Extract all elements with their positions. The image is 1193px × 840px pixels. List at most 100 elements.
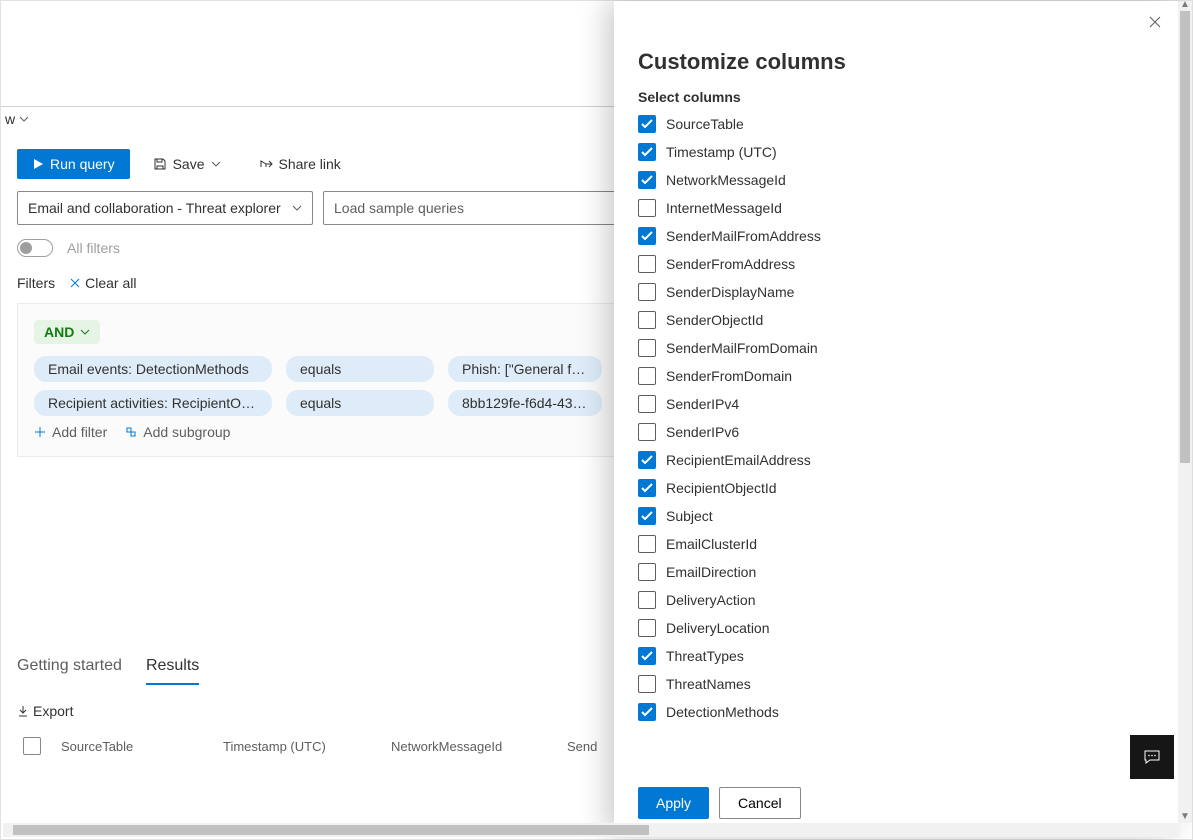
clear-all-label: Clear all [85,275,136,291]
checkbox[interactable] [638,563,656,581]
column-option-label: DetectionMethods [666,704,779,720]
checkbox[interactable] [638,703,656,721]
cancel-button[interactable]: Cancel [719,787,801,819]
select-all-checkbox[interactable] [23,737,41,755]
column-option[interactable]: SenderMailFromAddress [638,227,1154,245]
column-option-label: DeliveryLocation [666,620,770,636]
tab-results[interactable]: Results [146,657,199,685]
column-option[interactable]: NetworkMessageId [638,171,1154,189]
column-option[interactable]: ThreatTypes [638,647,1154,665]
column-option[interactable]: InternetMessageId [638,199,1154,217]
filter-value-pill[interactable]: Phish: ["General filter" [448,356,602,382]
and-label: AND [44,324,74,340]
column-option[interactable]: SourceTable [638,115,1154,133]
checkbox[interactable] [638,255,656,273]
apply-button[interactable]: Apply [638,787,709,819]
vertical-scrollbar[interactable]: ▲ ▼ [1178,1,1192,823]
column-option-label: RecipientEmailAddress [666,452,811,468]
subgroup-icon [125,426,137,438]
column-option[interactable]: SenderFromDomain [638,367,1154,385]
checkbox[interactable] [638,199,656,217]
checkbox[interactable] [638,675,656,693]
checkbox[interactable] [638,227,656,245]
sample-queries-placeholder: Load sample queries [334,200,464,216]
checkbox[interactable] [638,535,656,553]
scrollbar-thumb[interactable] [13,825,649,835]
horizontal-scrollbar[interactable] [3,823,1180,837]
column-option[interactable]: ThreatNames [638,675,1154,693]
column-option-label: Timestamp (UTC) [666,144,777,160]
filter-field-pill[interactable]: Email events: DetectionMethods [34,356,272,382]
column-option-label: SenderFromAddress [666,256,795,272]
checkbox[interactable] [638,423,656,441]
category-select[interactable]: Email and collaboration - Threat explore… [17,191,313,225]
checkbox[interactable] [638,143,656,161]
share-link-label: Share link [279,156,341,172]
column-option[interactable]: DetectionMethods [638,703,1154,721]
checkbox[interactable] [638,507,656,525]
column-header[interactable]: SourceTable [61,739,203,754]
column-option[interactable]: SenderIPv6 [638,423,1154,441]
checkbox[interactable] [638,171,656,189]
clear-all-link[interactable]: Clear all [69,275,136,291]
checkbox[interactable] [638,619,656,637]
filter-op-pill[interactable]: equals [286,390,434,416]
column-option-label: EmailClusterId [666,536,757,552]
filters-label: Filters [17,275,55,291]
checkbox[interactable] [638,451,656,469]
scrollbar-thumb[interactable] [1180,11,1190,463]
checkbox[interactable] [638,311,656,329]
column-option[interactable]: SenderFromAddress [638,255,1154,273]
panel-title: Customize columns [638,49,1154,75]
column-option[interactable]: Subject [638,507,1154,525]
column-header[interactable]: Timestamp (UTC) [223,739,371,754]
column-option[interactable]: SenderIPv4 [638,395,1154,413]
download-icon [17,705,29,717]
filter-op-pill[interactable]: equals [286,356,434,382]
column-option[interactable]: EmailDirection [638,563,1154,581]
export-button[interactable]: Export [17,703,73,719]
share-link-button[interactable]: Share link [244,149,356,179]
checkbox[interactable] [638,339,656,357]
checkbox[interactable] [638,479,656,497]
checkbox[interactable] [638,647,656,665]
checkbox[interactable] [638,367,656,385]
column-option[interactable]: SenderObjectId [638,311,1154,329]
column-option-label: SourceTable [666,116,744,132]
view-dropdown[interactable]: w [5,111,29,127]
chevron-down-icon [80,329,90,335]
column-option[interactable]: DeliveryAction [638,591,1154,609]
save-icon [153,157,167,171]
column-header[interactable]: Send [567,739,617,754]
column-option[interactable]: SenderMailFromDomain [638,339,1154,357]
filter-field-pill[interactable]: Recipient activities: RecipientObj... [34,390,272,416]
checkbox[interactable] [638,591,656,609]
checkbox[interactable] [638,115,656,133]
column-option-label: SenderIPv4 [666,396,739,412]
checkbox[interactable] [638,283,656,301]
close-button[interactable] [1148,15,1162,32]
column-option[interactable]: Timestamp (UTC) [638,143,1154,161]
scroll-down-arrow[interactable]: ▼ [1178,811,1192,825]
share-icon [259,157,273,171]
filter-value-pill[interactable]: 8bb129fe-f6d4-431f-8 [448,390,602,416]
column-option[interactable]: RecipientEmailAddress [638,451,1154,469]
columns-list: SourceTable Timestamp (UTC) NetworkMessage… [638,115,1154,773]
checkbox[interactable] [638,395,656,413]
all-filters-toggle[interactable] [17,239,53,257]
tab-getting-started[interactable]: Getting started [17,657,122,685]
run-query-label: Run query [50,156,115,172]
column-option[interactable]: RecipientObjectId [638,479,1154,497]
chevron-down-icon [292,205,302,211]
add-subgroup-link[interactable]: Add subgroup [125,424,230,440]
run-query-button[interactable]: Run query [17,149,130,179]
column-header[interactable]: NetworkMessageId [391,739,547,754]
column-option[interactable]: SenderDisplayName [638,283,1154,301]
save-button[interactable]: Save [138,149,236,179]
column-option[interactable]: EmailClusterId [638,535,1154,553]
chat-fab[interactable] [1130,735,1174,779]
column-option-label: DeliveryAction [666,592,755,608]
add-filter-link[interactable]: Add filter [34,424,107,440]
column-option[interactable]: DeliveryLocation [638,619,1154,637]
and-operator-chip[interactable]: AND [34,320,100,344]
